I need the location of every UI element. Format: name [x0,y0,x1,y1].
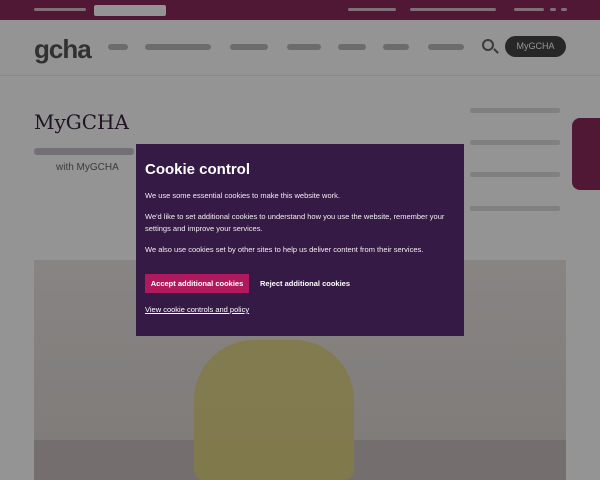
accept-cookies-button[interactable]: Accept additional cookies [145,274,249,293]
cookie-control-dialog: Cookie control We use some essential coo… [136,144,464,336]
reject-cookies-button[interactable]: Reject additional cookies [260,274,360,293]
additional-cookies-text: We'd like to set additional cookies to u… [145,212,445,233]
cookie-policy-link[interactable]: View cookie controls and policy [145,305,249,314]
dialog-title: Cookie control [145,161,251,178]
essential-cookies-text: We use some essential cookies to make th… [145,191,340,200]
third-party-cookies-text: We also use cookies set by other sites t… [145,245,424,254]
